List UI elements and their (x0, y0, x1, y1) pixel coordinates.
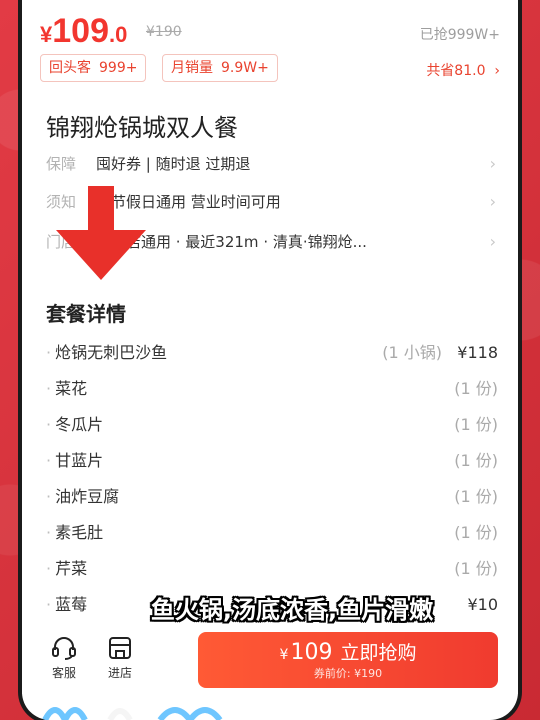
tag-label: 月销量 (171, 60, 213, 76)
buy-currency: ¥ (279, 647, 289, 663)
buy-action: 立即抢购 (340, 642, 417, 664)
list-item: · 素毛肚 (1 份) (46, 518, 498, 548)
item-qty: (1 份) (454, 415, 498, 434)
info-text: 囤好券 | 随时退 过期退 (96, 155, 251, 173)
info-label: 保障 (46, 155, 77, 173)
item-qty: (1 份) (454, 379, 498, 398)
video-subtitle: 鱼火锅,汤底浓香,鱼片滑嫩 (150, 596, 434, 624)
buy-sub-label: 券前价: ¥190 (313, 667, 383, 680)
monthly-sales-tag: 月销量 9.9W+ (162, 54, 278, 82)
item-qty: (1 份) (454, 451, 498, 470)
item-name: 芹菜 (55, 559, 88, 578)
headset-icon (52, 637, 76, 660)
list-item: · 甘蓝片 (1 份) (46, 446, 498, 476)
enter-store-button[interactable]: 进店 (98, 636, 142, 681)
savings-text: 共省81.0 (426, 63, 486, 79)
service-label: 客服 (51, 666, 76, 680)
repeat-customer-tag: 回头客 999+ (40, 54, 147, 82)
item-price: ¥118 (457, 343, 498, 362)
down-arrow-icon (56, 186, 146, 280)
item-name: 甘蓝片 (55, 451, 104, 470)
price-integer: 109 (52, 12, 109, 50)
tag-value: 9.9W+ (221, 60, 269, 76)
item-name: 冬瓜片 (55, 415, 104, 434)
item-name: 素毛肚 (55, 523, 104, 542)
store-label: 进店 (107, 666, 132, 680)
deal-title: 锦翔炝锅城双人餐 (46, 114, 238, 142)
price-decimal: .0 (108, 22, 128, 47)
list-item: · 冬瓜片 (1 份) (46, 410, 498, 440)
chevron-right-icon: › (489, 63, 500, 79)
list-item: · 芹菜 (1 份) (46, 554, 498, 584)
original-price: ¥190 (146, 24, 182, 40)
item-qty: (1 小锅) (382, 343, 442, 362)
list-item: · 菜花 (1 份) (46, 374, 498, 404)
tag-value: 999+ (99, 60, 138, 76)
info-row-guarantee[interactable]: 保障 囤好券 | 随时退 过期退 › (46, 150, 496, 178)
chevron-right-icon: › (489, 154, 496, 173)
store-icon (109, 637, 131, 659)
chevron-right-icon: › (489, 232, 496, 251)
item-price: ¥10 (467, 595, 498, 614)
item-qty: (1 份) (454, 523, 498, 542)
list-item: · 油炸豆腐 (1 份) (46, 482, 498, 512)
chevron-right-icon: › (489, 192, 496, 211)
price-currency: ¥ (40, 22, 53, 47)
tag-label: 回头客 (49, 60, 91, 76)
item-name: 炝锅无刺巴沙鱼 (55, 343, 168, 362)
item-name: 菜花 (55, 379, 88, 398)
tags-row: 回头客 999+ 月销量 9.9W+ 共省81.0 › (40, 54, 500, 84)
list-item: · 炝锅无刺巴沙鱼 (1 小锅) ¥118 (46, 338, 498, 368)
current-price: ¥109.0 (40, 12, 127, 51)
savings-link[interactable]: 共省81.0 › (426, 60, 500, 80)
item-name: 油炸豆腐 (55, 487, 120, 506)
buy-now-button[interactable]: ¥109 立即抢购 券前价: ¥190 (198, 632, 498, 688)
section-title: 套餐详情 (46, 302, 126, 326)
sold-count: 已抢999W+ (419, 27, 500, 43)
phone-screen: ¥109.0 ¥190 已抢999W+ 回头客 999+ 月销量 9.9W+ 共省8… (22, 0, 518, 720)
price-row: ¥109.0 ¥190 已抢999W+ (40, 10, 500, 50)
item-qty: (1 份) (454, 559, 498, 578)
customer-service-button[interactable]: 客服 (42, 636, 86, 681)
decorative-sticker (42, 707, 223, 720)
item-name: 蓝莓 (55, 595, 88, 614)
item-qty: (1 份) (454, 487, 498, 506)
buy-price: 109 (290, 640, 333, 665)
bottom-action-bar: 客服 进店 ¥109 立即抢购 券前价: ¥190 (22, 624, 518, 694)
